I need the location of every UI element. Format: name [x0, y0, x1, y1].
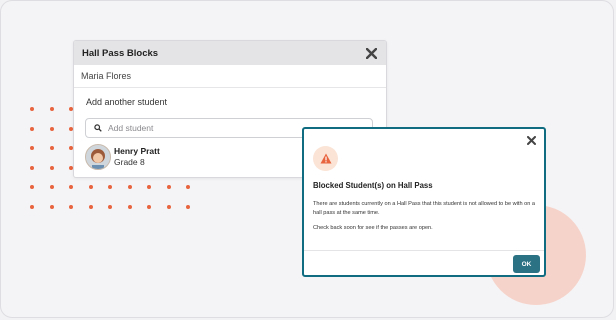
blocked-students-dialog: Blocked Student(s) on Hall Pass There ar…: [302, 127, 546, 277]
decorative-dot: [88, 185, 93, 189]
decorative-dot: [30, 204, 34, 209]
student-name: Henry Pratt: [114, 146, 160, 156]
decorative-dot: [147, 185, 151, 189]
decorative-dot: [108, 185, 112, 189]
decorative-dot: [30, 185, 34, 189]
decorative-dot: [49, 126, 54, 131]
decorative-dot: [186, 204, 190, 209]
decorative-dot: [127, 185, 132, 189]
decorative-dot: [30, 146, 34, 150]
decorative-dot: [49, 146, 54, 150]
decorative-dot: [69, 204, 73, 209]
decorative-dot: [49, 185, 54, 189]
avatar: [85, 144, 111, 170]
decorative-dot: [166, 185, 171, 189]
decorative-dot: [69, 185, 73, 189]
decorative-dot: [147, 204, 151, 209]
dialog-title: Blocked Student(s) on Hall Pass: [313, 181, 433, 190]
dialog-header: Hall Pass Blocks: [74, 41, 386, 65]
decorative-dot: [127, 204, 132, 209]
decorative-dot: [30, 107, 34, 111]
add-student-label: Add another student: [86, 97, 168, 107]
search-placeholder: Add student: [108, 123, 154, 133]
ok-button[interactable]: OK: [513, 255, 540, 273]
decorative-dot: [166, 204, 171, 209]
message-paragraph: Check back soon for see if the passes ar…: [313, 225, 433, 231]
warning-icon: [313, 146, 338, 171]
message-paragraph: There are students currently on a Hall P…: [313, 201, 536, 216]
decorative-dot: [49, 107, 54, 111]
close-icon[interactable]: [364, 46, 378, 60]
decorative-dot: [49, 165, 54, 170]
selected-student: Maria Flores: [74, 65, 386, 88]
decorative-dot: [49, 204, 54, 209]
decorative-dot: [108, 204, 112, 209]
dialog-title: Hall Pass Blocks: [82, 47, 159, 59]
decorative-dot: [88, 204, 93, 209]
divider: [304, 250, 544, 251]
student-grade: Grade 8: [114, 157, 145, 167]
search-icon: [94, 124, 102, 132]
decorative-dot: [30, 126, 34, 131]
close-icon[interactable]: [524, 133, 538, 147]
dialog-message: There are students currently on a Hall P…: [313, 200, 539, 239]
decorative-dot: [30, 165, 34, 170]
decorative-dot: [186, 185, 190, 189]
